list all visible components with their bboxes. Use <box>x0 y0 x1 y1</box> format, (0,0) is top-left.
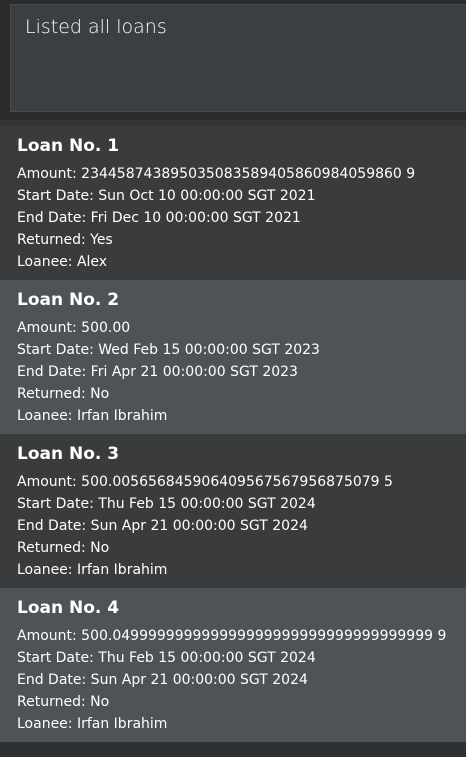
loan-card-3[interactable]: Loan No. 3 Amount: 500.00565684590640956… <box>0 434 466 588</box>
loan-loanee: Loanee: Irfan Ibrahim <box>17 716 168 732</box>
loan-card-4[interactable]: Loan No. 4 Amount: 500.04999999999999999… <box>0 588 466 742</box>
loan-returned-status: Returned: No <box>17 540 110 556</box>
loan-amount: Amount: 500.0056568459064095675679568750… <box>17 474 393 490</box>
loan-title: Loan No. 2 <box>17 290 120 310</box>
loan-amount: Amount: 23445874389503508358940586098405… <box>17 166 416 182</box>
loan-start-date: Start Date: Sun Oct 10 00:00:00 SGT 2021 <box>17 188 316 204</box>
loan-returned-status: Returned: Yes <box>17 232 113 248</box>
loan-end-date: End Date: Fri Dec 10 00:00:00 SGT 2021 <box>17 210 301 226</box>
result-message: Listed all loans <box>25 16 167 38</box>
loan-loanee: Loanee: Alex <box>17 254 108 270</box>
loan-title: Loan No. 3 <box>17 444 120 464</box>
loan-returned-status: Returned: No <box>17 694 110 710</box>
result-display-panel: Listed all loans <box>0 0 466 120</box>
loan-card-1[interactable]: Loan No. 1 Amount: 234458743895035083589… <box>0 126 466 280</box>
loan-returned-status: Returned: No <box>17 386 110 402</box>
loan-amount: Amount: 500.0499999999999999999999999999… <box>17 628 447 644</box>
loan-card-2[interactable]: Loan No. 2 Amount: 500.00 Start Date: We… <box>0 280 466 434</box>
loan-loanee: Loanee: Irfan Ibrahim <box>17 562 168 578</box>
loan-start-date: Start Date: Thu Feb 15 00:00:00 SGT 2024 <box>17 650 316 666</box>
loan-start-date: Start Date: Wed Feb 15 00:00:00 SGT 2023 <box>17 342 320 358</box>
loan-list-panel[interactable]: Loan No. 1 Amount: 234458743895035083589… <box>0 126 466 757</box>
loan-loanee: Loanee: Irfan Ibrahim <box>17 408 168 424</box>
loan-end-date: End Date: Sun Apr 21 00:00:00 SGT 2024 <box>17 518 308 534</box>
loan-amount: Amount: 500.00 <box>17 320 131 336</box>
loan-start-date: Start Date: Thu Feb 15 00:00:00 SGT 2024 <box>17 496 316 512</box>
loan-title: Loan No. 1 <box>17 136 120 156</box>
result-display-box[interactable]: Listed all loans <box>10 4 466 112</box>
loan-end-date: End Date: Fri Apr 21 00:00:00 SGT 2023 <box>17 364 298 380</box>
loan-end-date: End Date: Sun Apr 21 00:00:00 SGT 2024 <box>17 672 308 688</box>
loan-title: Loan No. 4 <box>17 598 120 618</box>
